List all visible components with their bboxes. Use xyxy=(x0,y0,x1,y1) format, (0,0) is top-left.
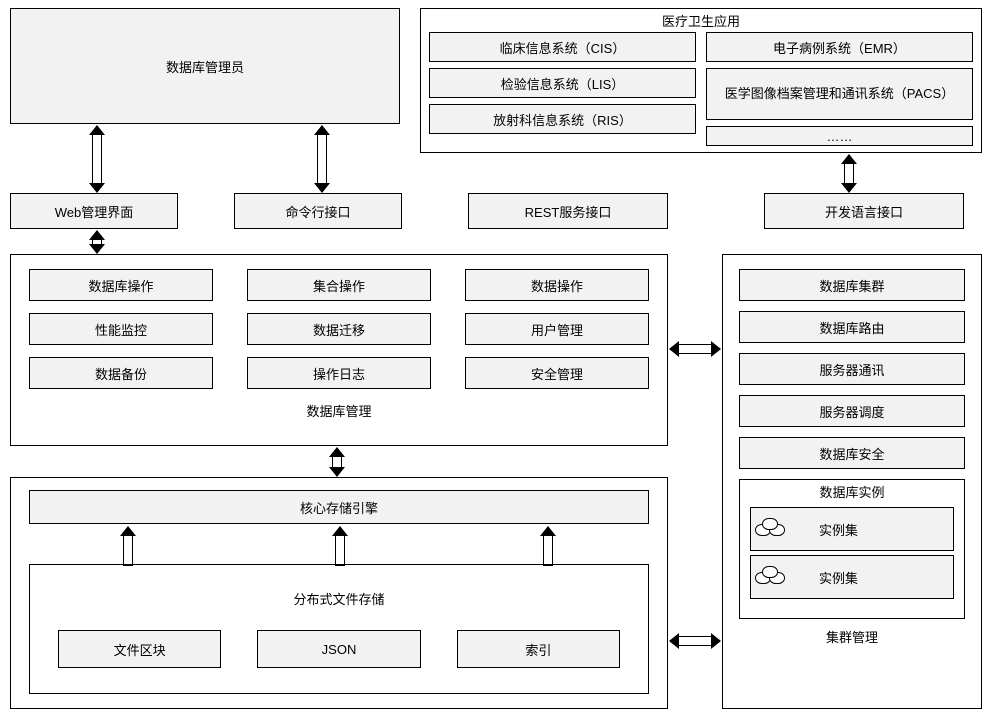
cluster-management-group: 数据库集群 数据库路由 服务器通讯 服务器调度 数据库安全 数据库实例 实例集 … xyxy=(722,254,982,709)
medical-apps-title: 医疗卫生应用 xyxy=(421,9,981,32)
security-mgmt: 安全管理 xyxy=(465,357,649,389)
arrow-dba-cli xyxy=(315,125,329,193)
server-comm: 服务器通讯 xyxy=(739,353,965,385)
app-lis: 检验信息系统（LIS） xyxy=(429,68,696,98)
arrow-web-dbmgmt xyxy=(90,230,104,254)
arrow-json-engine xyxy=(333,526,347,566)
app-pacs: 医学图像档案管理和通讯系统（PACS） xyxy=(706,68,973,120)
arrow-index-engine xyxy=(541,526,555,566)
arrow-dbmgmt-cluster xyxy=(669,342,721,356)
db-security: 数据库安全 xyxy=(739,437,965,469)
index: 索引 xyxy=(457,630,620,668)
app-cis: 临床信息系统（CIS） xyxy=(429,32,696,62)
instance-set-2: 实例集 xyxy=(750,555,954,599)
db-ops: 数据库操作 xyxy=(29,269,213,301)
instance-set-1: 实例集 xyxy=(750,507,954,551)
storage-group: 核心存储引擎 分布式文件存储 文件区块 JSON 索引 xyxy=(10,477,668,709)
file-block: 文件区块 xyxy=(58,630,221,668)
cluster-title: 集群管理 xyxy=(723,625,981,648)
dfs-group: 分布式文件存储 文件区块 JSON 索引 xyxy=(29,564,649,694)
db-management-title: 数据库管理 xyxy=(11,399,667,422)
app-more: …… xyxy=(706,126,973,146)
dfs-title: 分布式文件存储 xyxy=(30,587,648,610)
rest-interface: REST服务接口 xyxy=(468,193,668,229)
core-storage-engine: 核心存储引擎 xyxy=(29,490,649,524)
sdk-interface: 开发语言接口 xyxy=(764,193,964,229)
json-store: JSON xyxy=(257,630,420,668)
db-management-group: 数据库操作 性能监控 数据备份 集合操作 数据迁移 操作日志 数据操作 用户管理… xyxy=(10,254,668,446)
medical-apps-group: 医疗卫生应用 临床信息系统（CIS） 检验信息系统（LIS） 放射科信息系统（R… xyxy=(420,8,982,153)
server-sched: 服务器调度 xyxy=(739,395,965,427)
user-mgmt: 用户管理 xyxy=(465,313,649,345)
db-cluster: 数据库集群 xyxy=(739,269,965,301)
data-backup: 数据备份 xyxy=(29,357,213,389)
db-route: 数据库路由 xyxy=(739,311,965,343)
data-migration: 数据迁移 xyxy=(247,313,431,345)
web-ui-interface: Web管理界面 xyxy=(10,193,178,229)
db-instance-group: 数据库实例 实例集 实例集 xyxy=(739,479,965,619)
db-icon xyxy=(755,566,789,588)
collection-ops: 集合操作 xyxy=(247,269,431,301)
arrow-apps-sdk xyxy=(842,154,856,193)
db-icon xyxy=(755,518,789,540)
db-instance-title: 数据库实例 xyxy=(740,480,964,503)
arrow-dbmgmt-engine xyxy=(330,447,344,477)
ops-log: 操作日志 xyxy=(247,357,431,389)
arrow-dba-web xyxy=(90,125,104,193)
perf-monitor: 性能监控 xyxy=(29,313,213,345)
app-ris: 放射科信息系统（RIS） xyxy=(429,104,696,134)
cli-interface: 命令行接口 xyxy=(234,193,402,229)
dba-label: 数据库管理员 xyxy=(166,57,244,76)
arrow-dfs-cluster xyxy=(669,634,721,648)
app-emr: 电子病例系统（EMR） xyxy=(706,32,973,62)
arrow-fileblock-engine xyxy=(121,526,135,566)
dba-box: 数据库管理员 xyxy=(10,8,400,124)
data-ops: 数据操作 xyxy=(465,269,649,301)
